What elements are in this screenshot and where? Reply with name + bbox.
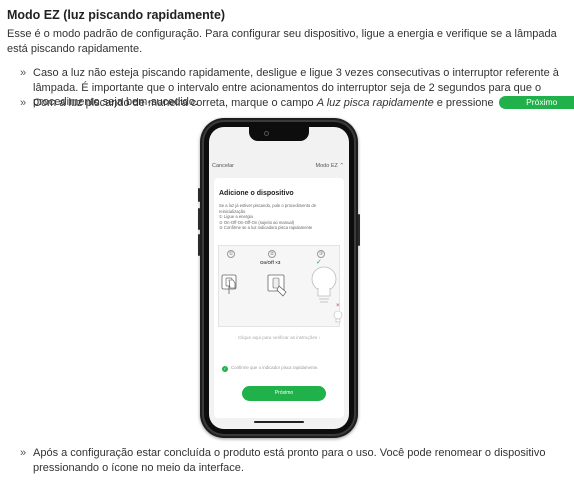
bullet-text-before: Com a luz piscando de maneira correta, m… (33, 97, 317, 109)
instruction-line: ③ Confirme se a luz indicadora pisca rap… (219, 225, 313, 231)
intro-paragraph: Esse é o modo padrão de configuração. Pa… (7, 28, 557, 55)
on-off-label: On/Off ×3 (260, 260, 281, 265)
wall-switch-icon (267, 274, 287, 297)
card-title: Adicione o dispositivo (219, 190, 294, 197)
light-bulb-icon (311, 266, 337, 303)
setup-illustration: ① ② ③ On/Off ×3 ✓ × (218, 245, 343, 327)
step-number: ① (227, 250, 235, 258)
volume-button (198, 188, 200, 202)
bullet-item: » Após a configuração estar concluída o … (20, 446, 560, 475)
camera-icon (264, 131, 269, 136)
mode-label: Modo EZ (315, 163, 338, 169)
small-bulb-icon (333, 310, 343, 323)
instructions-link[interactable]: Clique aqui para verificar as instruções… (214, 335, 344, 340)
emphasized-field-name: A luz pisca rapidamente (316, 97, 434, 109)
confirm-checkbox[interactable]: ✓ (222, 366, 228, 372)
card-instructions: Se a luz já estiver piscando, pule o pro… (219, 203, 344, 231)
bullet-marker: » (20, 447, 27, 459)
phone-notch (249, 127, 309, 141)
volume-button (198, 208, 200, 230)
phone-screen: Cancelar Modo EZ ⌃ Adicione o dispositiv… (209, 127, 349, 429)
volume-button (198, 234, 200, 256)
bullet-text: Após a configuração estar concluída o pr… (33, 447, 546, 474)
bullet-text-after: e pressione (433, 97, 497, 109)
page-title: Modo EZ (luz piscando rapidamente) (7, 8, 226, 22)
app-topbar: Cancelar Modo EZ ⌃ (209, 163, 349, 173)
step-number: ② (268, 250, 276, 258)
bullet-item: » Com a luz piscando de maneira correta,… (20, 96, 574, 111)
bullet-marker: » (20, 67, 27, 79)
confirm-checkbox-label: Confirme que o indicador pisca rapidamen… (231, 365, 319, 370)
next-button[interactable]: Próximo (242, 386, 326, 401)
hand-icon (228, 279, 236, 289)
bullet-marker: » (20, 97, 27, 109)
phone-mockup: Cancelar Modo EZ ⌃ Adicione o dispositiv… (198, 118, 360, 438)
next-button-illustration: Próximo (498, 96, 574, 109)
chevron-up-icon: ⌃ (339, 163, 344, 169)
step-number: ③ (317, 250, 325, 258)
add-device-card: Adicione o dispositivo Se a luz já estiv… (214, 178, 344, 418)
bullet-text: Com a luz piscando de maneira correta, m… (33, 96, 574, 111)
cancel-link[interactable]: Cancelar (212, 163, 234, 169)
mode-selector[interactable]: Modo EZ ⌃ (316, 163, 344, 169)
home-indicator (254, 421, 304, 423)
power-button (358, 214, 360, 246)
